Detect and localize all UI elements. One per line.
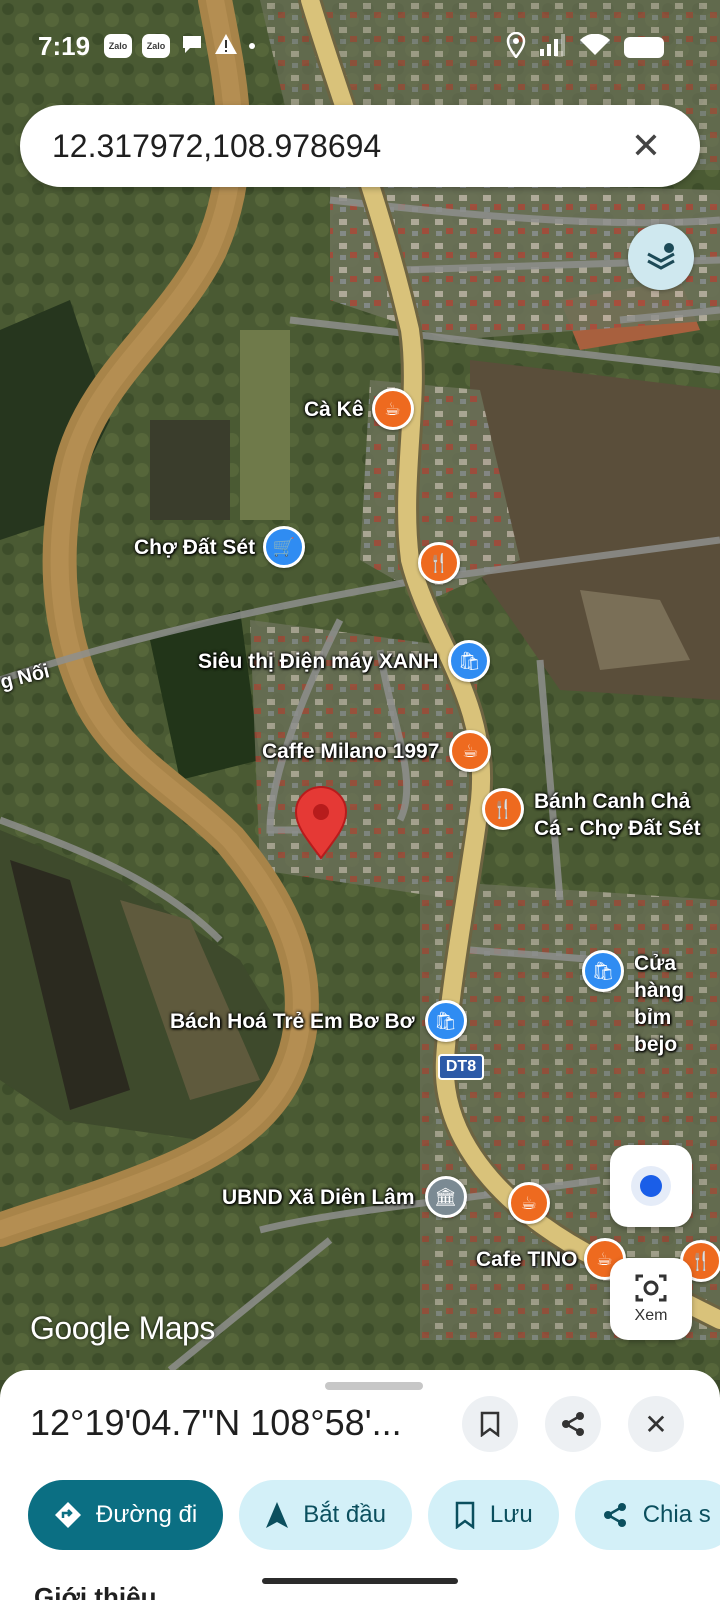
restaurant-icon: 🍴 [482, 788, 524, 830]
navigation-arrow-icon [266, 1502, 289, 1528]
google-maps-attribution: Google Maps [30, 1310, 215, 1346]
restaurant-icon: 🍴 [418, 542, 460, 584]
place-title: 12°19'04.7"N 108°58'... [30, 1402, 402, 1443]
poi-bach-hoa-tre-em[interactable]: Bách Hoá Trẻ Em Bơ Bơ 🛍 [170, 1000, 467, 1042]
poi-cho-dat-set[interactable]: Chợ Đất Sét 🛒 [134, 526, 306, 568]
poi-cafe-tino[interactable]: Cafe TINO ☕ [476, 1238, 626, 1280]
directions-button[interactable]: Đường đi [28, 1480, 224, 1550]
clock: 7:19 [38, 30, 91, 61]
view-button[interactable]: Xem [610, 1258, 692, 1340]
share-chip-button[interactable]: Chia s [574, 1480, 720, 1550]
shopping-cart-icon: 🛒 [263, 526, 306, 568]
warning-icon [214, 33, 238, 60]
zalo-icon: Zalo [104, 34, 133, 58]
layers-button[interactable] [628, 224, 694, 290]
action-chips: Đường đi Bắt đầu Lưu Chia s [28, 1480, 720, 1550]
share-button[interactable] [545, 1396, 601, 1452]
section-heading-intro: Giới thiệu [34, 1582, 157, 1600]
close-icon: ✕ [644, 1408, 668, 1440]
signal-icon [540, 34, 566, 61]
bookmark-icon [480, 1411, 500, 1437]
battery-icon [624, 37, 664, 58]
poi-sieu-thi-dien-may-xanh[interactable]: Siêu thị Điện máy XANH 🛍 [198, 640, 491, 682]
search-box[interactable]: 12.317972,108.978694 ✕ [20, 105, 700, 187]
save-button[interactable]: Lưu [427, 1480, 559, 1550]
poi-ca-ke[interactable]: Cà Kê ☕ [304, 388, 414, 430]
poi-cua-hang-bim-bejo[interactable]: 🛍 Cửa hàng bỉm bejo [582, 950, 720, 1058]
chat-bubble-icon [180, 33, 204, 60]
my-location-icon [640, 1175, 662, 1197]
view-button-label: Xem [634, 1307, 668, 1324]
camera-icon [635, 1274, 667, 1302]
start-navigation-button[interactable]: Bắt đầu [239, 1480, 412, 1550]
map-view[interactable]: 7:19 Zalo Zalo 12.317972,108.978694 ✕ Cà… [0, 0, 720, 1380]
route-shield-dt8: DT8 [438, 1054, 484, 1080]
save-bookmark-button[interactable] [462, 1396, 518, 1452]
poi-banh-canh-cha-ca[interactable]: 🍴 Bánh Canh Chả Cá - Chợ Đất Sét [482, 788, 714, 842]
cafe-icon: ☕ [371, 388, 414, 430]
search-query[interactable]: 12.317972,108.978694 [52, 128, 624, 165]
close-sheet-button[interactable]: ✕ [628, 1396, 684, 1452]
poi-ubnd-xa-dien-lam[interactable]: UBND Xã Diên Lâm 🏛 [222, 1176, 467, 1218]
status-bar: 7:19 Zalo Zalo [0, 0, 720, 92]
poi-cafe-orange[interactable]: ☕ [508, 1182, 550, 1224]
share-icon [562, 1412, 584, 1436]
cafe-icon: ☕ [508, 1182, 550, 1224]
location-icon [506, 31, 526, 63]
close-icon[interactable]: ✕ [624, 125, 668, 167]
shopping-bag-icon: 🛍 [582, 950, 624, 992]
place-bottom-sheet[interactable]: 12°19'04.7"N 108°58'... ✕ Đường đi Bắt đ… [0, 1370, 720, 1600]
layers-icon [647, 243, 675, 270]
share-icon [603, 1503, 626, 1527]
bookmark-icon [455, 1501, 475, 1529]
directions-icon [55, 1502, 81, 1528]
my-location-button[interactable] [610, 1145, 692, 1227]
poi-caffe-milano[interactable]: Caffe Milano 1997 ☕ [262, 730, 492, 772]
poi-restaurant[interactable]: 🍴 [418, 542, 460, 584]
drag-handle[interactable] [325, 1382, 423, 1390]
gesture-nav-bar[interactable] [262, 1578, 458, 1584]
zalo-icon: Zalo [142, 34, 171, 58]
shopping-bag-icon: 🛍 [448, 640, 491, 682]
dot-icon [248, 37, 256, 55]
government-building-icon: 🏛 [424, 1176, 467, 1218]
cafe-icon: ☕ [449, 730, 492, 772]
wifi-icon [580, 33, 610, 61]
shopping-bag-icon: 🛍 [424, 1000, 467, 1042]
